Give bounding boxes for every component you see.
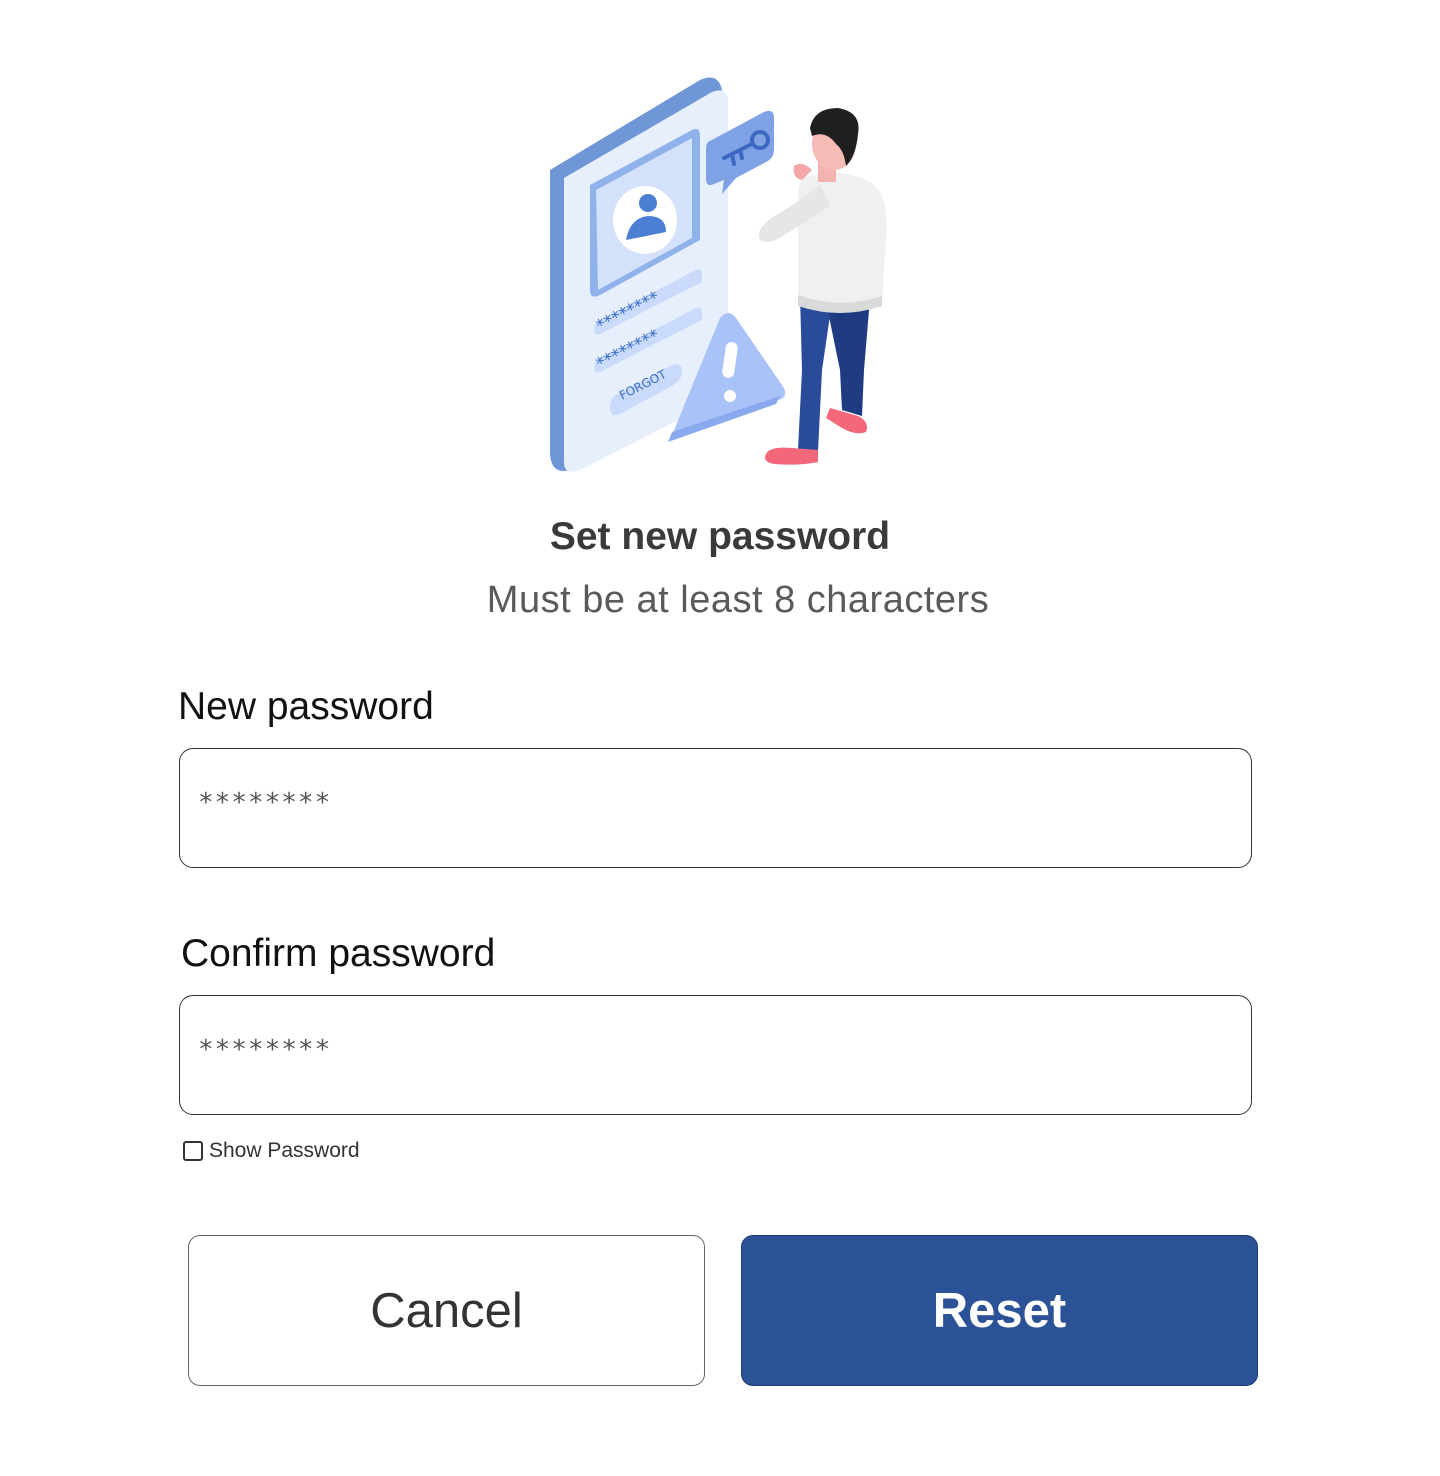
new-password-label: New password: [178, 685, 434, 728]
new-password-field-box[interactable]: [179, 748, 1252, 868]
confirm-password-input[interactable]: [180, 996, 1251, 1114]
cancel-button[interactable]: Cancel: [188, 1235, 705, 1386]
confirm-password-field-box[interactable]: [179, 995, 1252, 1115]
password-reset-illustration: ******** ******** FORGOT: [540, 70, 910, 480]
show-password-label[interactable]: Show Password: [209, 1139, 360, 1163]
show-password-toggle[interactable]: Show Password: [183, 1139, 360, 1163]
confirm-password-label: Confirm password: [181, 932, 496, 975]
new-password-input[interactable]: [180, 749, 1251, 867]
show-password-checkbox[interactable]: [183, 1141, 203, 1161]
page-title: Set new password: [549, 515, 891, 558]
page-subtitle: Must be at least 8 characters: [486, 579, 990, 621]
reset-button[interactable]: Reset: [741, 1235, 1258, 1386]
